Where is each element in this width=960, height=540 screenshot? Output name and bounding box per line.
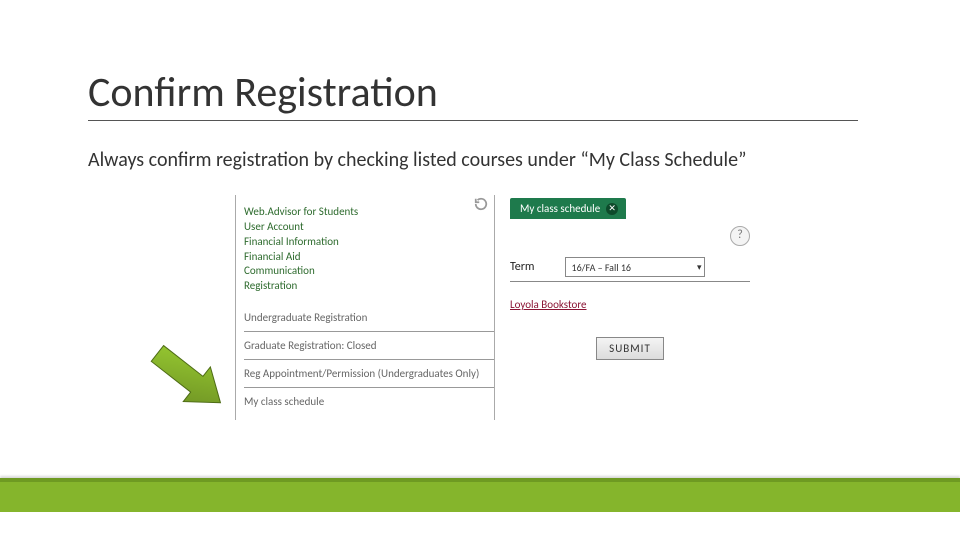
nav-link[interactable]: Communication	[244, 264, 494, 279]
nav-link[interactable]: Financial Information	[244, 235, 494, 250]
bookstore-link[interactable]: Loyola Bookstore	[510, 298, 587, 311]
refresh-icon[interactable]	[474, 197, 488, 211]
term-select-value: 16/FA – Fall 16	[572, 261, 631, 274]
slide-title: Confirm Registration	[88, 70, 858, 116]
term-label: Term	[510, 260, 535, 274]
webadvisor-nav-panel: Web.Advisor for Students User Account Fi…	[235, 195, 495, 420]
nav-link[interactable]: Registration	[244, 279, 494, 294]
title-container: Confirm Registration	[88, 70, 858, 121]
class-schedule-panel: My class schedule ✕ ? Term 16/FA – Fall …	[510, 198, 750, 360]
nav-link[interactable]: User Account	[244, 220, 494, 235]
nav-row-my-class-schedule[interactable]: My class schedule	[244, 388, 494, 415]
callout-arrow-icon	[130, 335, 240, 415]
footer-accent-bar	[0, 478, 960, 512]
slide: Confirm Registration Always confirm regi…	[0, 0, 960, 540]
nav-link[interactable]: Web.Advisor for Students	[244, 205, 494, 220]
active-tab[interactable]: My class schedule ✕	[510, 198, 626, 219]
nav-link[interactable]: Financial Aid	[244, 250, 494, 265]
help-icon[interactable]: ?	[730, 226, 750, 246]
nav-row-grad-closed[interactable]: Graduate Registration: Closed	[244, 332, 494, 360]
bookstore-link-row: Loyola Bookstore	[510, 298, 750, 311]
tab-label: My class schedule	[520, 202, 600, 215]
nav-row-reg-appointment[interactable]: Reg Appointment/Permission (Undergraduat…	[244, 360, 494, 388]
close-icon[interactable]: ✕	[606, 203, 618, 215]
nav-link-group: Web.Advisor for Students User Account Fi…	[244, 205, 494, 294]
chevron-down-icon: ▾	[697, 262, 702, 273]
nav-row-undergrad[interactable]: Undergraduate Registration	[244, 304, 494, 332]
submit-button[interactable]: SUBMIT	[596, 337, 664, 360]
slide-subtitle: Always confirm registration by checking …	[88, 148, 746, 172]
term-row: Term 16/FA – Fall 16 ▾	[510, 257, 750, 282]
term-select[interactable]: 16/FA – Fall 16 ▾	[565, 257, 705, 277]
